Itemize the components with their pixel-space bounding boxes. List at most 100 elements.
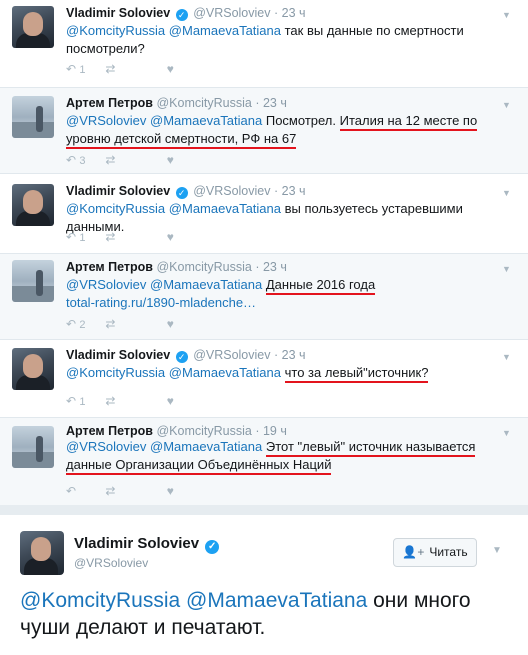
reply-button[interactable]: ↶ 3 xyxy=(66,153,102,167)
tweet-actions: ↶ 1 ⇄ ♥ xyxy=(66,62,197,76)
tweet-time[interactable]: 23 ч xyxy=(282,6,306,20)
mention-link[interactable]: @MamaevaTatiana xyxy=(169,23,281,38)
mention-link[interactable]: @MamaevaTatiana xyxy=(169,365,281,380)
retweet-icon[interactable]: ⇄ xyxy=(105,62,163,76)
like-icon[interactable]: ♥ xyxy=(167,484,197,498)
verified-icon: ✓ xyxy=(175,9,188,21)
mention-link[interactable]: @MamaevaTatiana xyxy=(150,277,262,292)
underlined-text: что за левый"источник? xyxy=(284,365,429,383)
tweet[interactable]: Артем Петров @KomcityRussia · 23 ч ▼ @VR… xyxy=(0,254,528,340)
mention-link[interactable]: @KomcityRussia xyxy=(66,23,165,38)
mention-link[interactable]: @MamaevaTatiana xyxy=(150,439,262,454)
retweet-icon[interactable]: ⇄ xyxy=(105,230,163,244)
tweet-text: @VRSoloviev @MamaevaTatiana Данные 2016 … xyxy=(66,276,516,312)
like-icon[interactable]: ♥ xyxy=(167,317,197,331)
chevron-down-icon[interactable]: ▼ xyxy=(502,100,512,110)
chevron-down-icon[interactable]: ▼ xyxy=(502,352,512,362)
tweet-time[interactable]: 23 ч xyxy=(263,96,287,110)
author-handle[interactable]: @VRSoloviev xyxy=(74,556,148,570)
author-name[interactable]: Vladimir Soloviev xyxy=(66,348,170,362)
reply-icon: ↶ xyxy=(66,62,77,76)
tweet-time[interactable]: 23 ч xyxy=(282,348,306,362)
author-name[interactable]: Vladimir Soloviev xyxy=(66,184,170,198)
reply-button[interactable]: ↶ 1 xyxy=(66,230,102,244)
reply-icon: ↶ xyxy=(66,153,77,167)
chevron-down-icon[interactable]: ▼ xyxy=(492,545,502,556)
tweet-text: @KomcityRussia @MamaevaTatiana так вы да… xyxy=(66,23,464,56)
tweet-header: Артем Петров @KomcityRussia · 23 ч xyxy=(66,96,287,110)
author-name[interactable]: Артем Петров xyxy=(66,424,153,438)
vladimir-avatar[interactable] xyxy=(20,531,64,575)
retweet-icon[interactable]: ⇄ xyxy=(105,484,163,498)
divider xyxy=(0,505,528,515)
tweet[interactable]: Vladimir Soloviev ✓ @VRSoloviev · 23 ч ▼… xyxy=(0,340,528,418)
tweet-time[interactable]: 23 ч xyxy=(282,184,306,198)
follow-button[interactable]: 👤+ Читать xyxy=(393,538,477,567)
artem-avatar[interactable] xyxy=(12,260,54,302)
tweet-time[interactable]: 23 ч xyxy=(263,260,287,274)
author-handle[interactable]: @VRSoloviev xyxy=(193,6,270,20)
chevron-down-icon[interactable]: ▼ xyxy=(502,428,512,438)
reply-icon: ↶ xyxy=(66,484,77,498)
tweet-text: @KomcityRussia @MamaevaTatiana что за ле… xyxy=(66,364,516,383)
tweet-text: @VRSoloviev @MamaevaTatiana Этот "левый"… xyxy=(66,438,516,475)
author-name[interactable]: Vladimir Soloviev xyxy=(66,6,170,20)
reply-button[interactable]: ↶ 1 xyxy=(66,62,102,76)
external-link[interactable]: total-rating.ru/1890-mladenche… xyxy=(66,295,256,310)
verified-icon: ✓ xyxy=(175,187,188,199)
mention-link[interactable]: @KomcityRussia xyxy=(66,365,165,380)
artem-avatar[interactable] xyxy=(12,96,54,138)
mention-link[interactable]: @KomcityRussia xyxy=(20,589,180,612)
mention-link[interactable]: @KomcityRussia xyxy=(66,201,165,216)
tweet[interactable]: Vladimir Soloviev ✓ @VRSoloviev · 23 ч ▼… xyxy=(0,174,528,254)
author-handle[interactable]: @KomcityRussia xyxy=(156,260,251,274)
like-icon[interactable]: ♥ xyxy=(167,153,197,167)
reply-button[interactable]: ↶ 2 xyxy=(66,317,102,331)
main-tweet[interactable]: Vladimir Soloviev ✓ @VRSoloviev 👤+ Читать… xyxy=(0,515,528,655)
retweet-icon[interactable]: ⇄ xyxy=(105,394,163,408)
mention-link[interactable]: @MamaevaTatiana xyxy=(186,589,367,612)
like-icon[interactable]: ♥ xyxy=(167,230,197,244)
mention-link[interactable]: @MamaevaTatiana xyxy=(150,113,262,128)
author-name[interactable]: Vladimir Soloviev ✓ xyxy=(74,535,221,554)
mention-link[interactable]: @VRSoloviev xyxy=(66,113,146,128)
reply-icon: ↶ xyxy=(66,317,77,331)
author-handle[interactable]: @VRSoloviev xyxy=(193,348,270,362)
underlined-text: Данные 2016 года xyxy=(265,277,376,295)
tweet[interactable]: Артем Петров @KomcityRussia · 19 ч ▼ @VR… xyxy=(0,418,528,505)
tweet-actions: ↶ 2 ⇄ ♥ xyxy=(66,317,197,331)
verified-icon: ✓ xyxy=(175,351,188,363)
tweet-time[interactable]: 19 ч xyxy=(263,424,287,438)
tweet-header: Vladimir Soloviev ✓ @VRSoloviev · 23 ч xyxy=(66,348,306,363)
author-name[interactable]: Артем Петров xyxy=(66,96,153,110)
vladimir-avatar[interactable] xyxy=(12,184,54,226)
retweet-icon[interactable]: ⇄ xyxy=(105,153,163,167)
chevron-down-icon[interactable]: ▼ xyxy=(502,264,512,274)
chevron-down-icon[interactable]: ▼ xyxy=(502,188,512,198)
tweet-text: @VRSoloviev @MamaevaTatiana Посмотрел. И… xyxy=(66,112,516,149)
reply-icon: ↶ xyxy=(66,394,77,408)
add-user-icon: 👤+ xyxy=(402,545,425,559)
tweet-actions: ↶ 1 ⇄ ♥ xyxy=(66,394,197,408)
vladimir-avatar[interactable] xyxy=(12,348,54,390)
tweet[interactable]: Артем Петров @KomcityRussia · 23 ч ▼ @VR… xyxy=(0,88,528,174)
artem-avatar[interactable] xyxy=(12,426,54,468)
like-icon[interactable]: ♥ xyxy=(167,62,197,76)
tweet-text: @KomcityRussia @MamaevaTatiana они много… xyxy=(20,589,471,639)
tweet-header: Vladimir Soloviev ✓ @VRSoloviev · 23 ч xyxy=(66,184,306,199)
tweet[interactable]: Vladimir Soloviev ✓ @VRSoloviev · 23 ч ▼… xyxy=(0,0,528,88)
author-handle[interactable]: @VRSoloviev xyxy=(193,184,270,198)
author-handle[interactable]: @KomcityRussia xyxy=(156,424,251,438)
mention-link[interactable]: @VRSoloviev xyxy=(66,277,146,292)
author-handle[interactable]: @KomcityRussia xyxy=(156,96,251,110)
vladimir-avatar[interactable] xyxy=(12,6,54,48)
retweet-icon[interactable]: ⇄ xyxy=(105,317,163,331)
mention-link[interactable]: @MamaevaTatiana xyxy=(169,201,281,216)
mention-link[interactable]: @VRSoloviev xyxy=(66,439,146,454)
like-icon[interactable]: ♥ xyxy=(167,394,197,408)
tweet-header: Артем Петров @KomcityRussia · 23 ч xyxy=(66,260,287,274)
chevron-down-icon[interactable]: ▼ xyxy=(502,10,512,20)
author-name[interactable]: Артем Петров xyxy=(66,260,153,274)
reply-button[interactable]: ↶ 1 xyxy=(66,394,102,408)
reply-button[interactable]: ↶ xyxy=(66,484,102,498)
